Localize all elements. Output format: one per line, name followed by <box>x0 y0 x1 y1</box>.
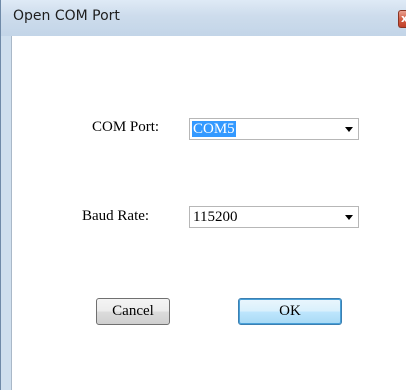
dialog-window: Open COM Port x COM Port: COM5 Baud Rate… <box>0 0 406 390</box>
com-port-select[interactable]: COM5 <box>189 118 359 140</box>
baud-rate-select[interactable]: 115200 <box>189 206 359 228</box>
ok-button[interactable]: OK <box>238 298 342 325</box>
com-port-value: COM5 <box>192 121 236 137</box>
baud-rate-label: Baud Rate: <box>82 208 150 224</box>
baud-rate-value: 115200 <box>193 209 238 225</box>
com-port-label: COM Port: <box>92 119 160 135</box>
dialog-content: COM Port: COM5 Baud Rate: 115200 Cancel … <box>11 36 406 390</box>
window-title: Open COM Port <box>13 8 120 24</box>
chevron-down-icon[interactable] <box>345 215 353 220</box>
cancel-button[interactable]: Cancel <box>96 298 170 325</box>
close-button[interactable]: x <box>398 10 406 28</box>
title-bar[interactable]: Open COM Port x <box>1 0 406 36</box>
chevron-down-icon[interactable] <box>345 127 353 132</box>
close-icon: x <box>401 12 406 25</box>
